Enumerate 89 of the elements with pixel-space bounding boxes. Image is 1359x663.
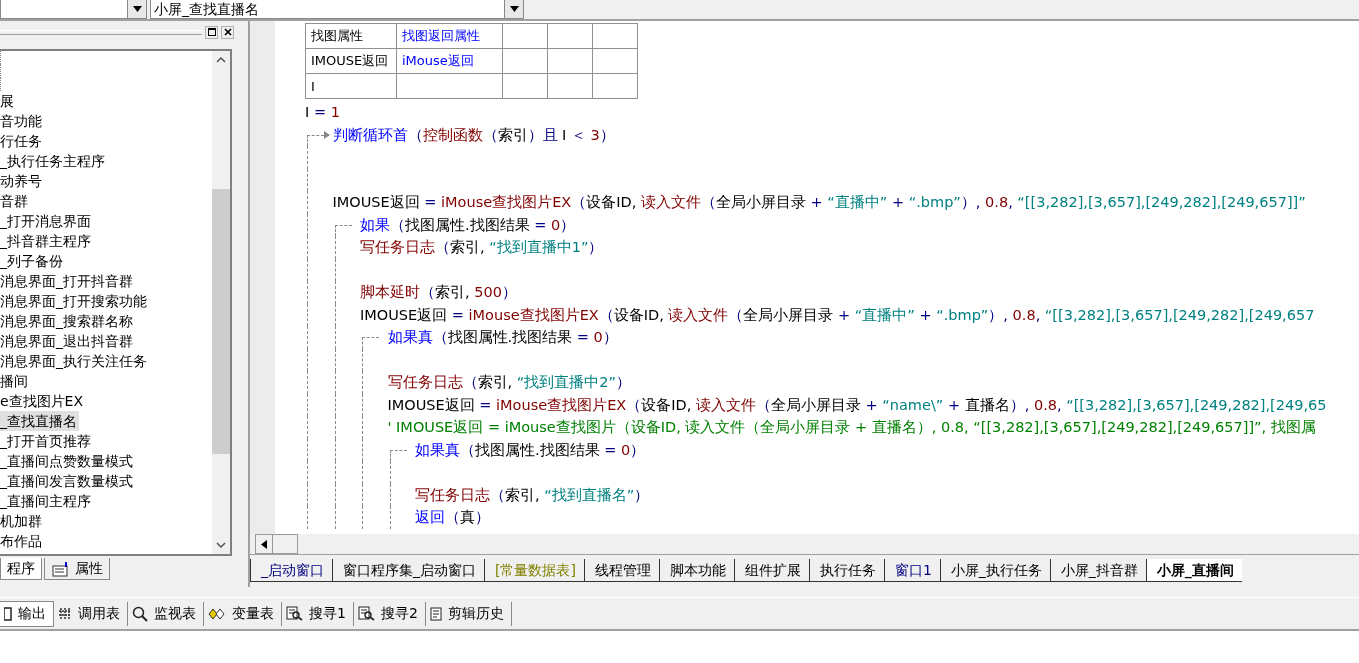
editor-tab[interactable]: 组件扩展 xyxy=(733,559,809,582)
table-cell xyxy=(547,23,593,49)
table-cell xyxy=(592,73,638,99)
tree-item[interactable]: _查找直播名 xyxy=(0,410,79,431)
panel-tab[interactable]: 调用表 xyxy=(54,601,128,626)
panel-tab[interactable]: 搜寻1 xyxy=(282,601,354,626)
search-icon xyxy=(286,606,303,621)
scroll-left-button[interactable] xyxy=(255,534,273,554)
panel-tab[interactable]: 搜寻2 xyxy=(353,601,426,626)
tree-item[interactable]: _直播间主程序 xyxy=(0,490,93,511)
editor-tab[interactable]: 窗口1 xyxy=(883,559,940,582)
table-cell: 找图返回属性 xyxy=(396,23,503,49)
table-cell xyxy=(592,23,638,49)
tree-item[interactable]: 消息界面_搜索群名称 xyxy=(0,310,135,331)
method-combo[interactable]: 小屏_查找直播名 xyxy=(150,0,524,19)
panel-tab[interactable]: 监视表 xyxy=(128,601,204,626)
diamond-icon xyxy=(208,607,226,620)
properties-icon xyxy=(51,560,71,577)
tree-item[interactable]: _列子备份 xyxy=(0,250,65,271)
code-line: IMOUSE返回 = iMouse查找图片EX（设备ID, 读入文件（全局小屏目录 + “直播中” + “.bmp”）, 0.8, “[[3,282],[3,657],[249,282],[249,657 xyxy=(360,305,1315,325)
code-line: 写任务日志（索引, “找到直播中2”） xyxy=(387,373,631,392)
restore-button[interactable] xyxy=(205,25,218,39)
editor-tab[interactable]: [常量数据表] xyxy=(484,559,584,582)
scroll-up-icon[interactable] xyxy=(216,57,226,63)
tree-item[interactable]: 播间 xyxy=(0,370,30,391)
table-cell xyxy=(592,48,638,74)
search-icon xyxy=(357,606,375,621)
code-line: 脚本延时（索引, 500） xyxy=(360,283,517,302)
tree-item[interactable]: _直播间发言数量模式 xyxy=(0,470,135,491)
tree-item[interactable]: e查找图片EX xyxy=(0,390,86,411)
tree-item[interactable]: 消息界面_打开搜索功能 xyxy=(0,290,149,311)
close-button[interactable] xyxy=(221,25,234,39)
tree-item[interactable]: 机加群 xyxy=(0,510,44,531)
tree-item[interactable]: _直播间点赞数量模式 xyxy=(0,450,135,471)
code-line: 写任务日志（索引, “找到直播中1”） xyxy=(360,238,604,257)
table-cell: iMouse返回 xyxy=(396,48,503,74)
output-icon xyxy=(4,606,12,621)
table-cell xyxy=(502,73,548,99)
code-line: I = 1 xyxy=(305,103,340,122)
panel-tab[interactable]: 属性 xyxy=(44,558,110,580)
tree-item[interactable]: 布作品 xyxy=(0,530,44,551)
code-line: 如果（找图属性.找图结果 = 0） xyxy=(360,215,576,235)
grid-icon xyxy=(58,606,72,621)
tree-item[interactable]: _抖音群主程序 xyxy=(0,230,93,251)
table-cell xyxy=(502,23,548,49)
editor-tab[interactable]: 小屏_抖音群 xyxy=(1049,559,1146,582)
code-line: ' IMOUSE返回 = iMouse查找图片（设备ID, 读入文件（全局小屏目录 + 直播名）, 0.8, “[[3,282],[3,657],[249,282],[249,657]]”, 找图属 xyxy=(387,418,1316,437)
tree-item[interactable]: 消息界面_打开抖音群 xyxy=(0,270,135,291)
table-cell: 找图属性 xyxy=(305,23,397,49)
left-arrow-icon xyxy=(261,539,267,549)
document-icon xyxy=(429,606,442,621)
tree-item[interactable]: 消息界面_执行关注任务 xyxy=(0,350,149,371)
code-line: IMOUSE返回 = iMouse查找图片EX（设备ID, 读入文件（全局小屏目录 + “直播中” + “.bmp”）, 0.8, “[[3,282],[3,657],[249,282],[249,657]]” xyxy=(332,193,1306,212)
dropdown-icon[interactable] xyxy=(504,0,523,18)
table-cell: I xyxy=(305,73,397,99)
tree-item[interactable]: 消息界面_退出抖音群 xyxy=(0,330,135,351)
tree-item[interactable]: _执行任务主程序 xyxy=(0,150,107,171)
editor-tab[interactable]: 线程管理 xyxy=(583,559,659,582)
search-icon xyxy=(132,605,148,622)
dropdown-icon[interactable] xyxy=(127,0,146,18)
panel-tab[interactable]: 剪辑历史 xyxy=(425,601,512,626)
tree-item[interactable]: 行任务 xyxy=(0,130,44,151)
code-line: 返回（真） xyxy=(415,508,490,527)
tree-item[interactable]: 音功能 xyxy=(0,110,44,131)
editor-tab[interactable]: 执行任务 xyxy=(808,559,884,582)
tree-item[interactable]: _打开消息界面 xyxy=(0,210,93,231)
editor-tab[interactable]: 小屏_直播间 xyxy=(1145,559,1242,582)
table-cell xyxy=(547,73,593,99)
editor-tab[interactable]: 小屏_执行任务 xyxy=(939,559,1050,582)
code-line: 判断循环首（控制函数（索引）且 I ＜ 3） xyxy=(332,125,615,145)
table-cell: IMOUSE返回 xyxy=(305,48,397,74)
code-line: 如果真（找图属性.找图结果 = 0） xyxy=(387,328,618,347)
code-line: 如果真（找图属性.找图结果 = 0） xyxy=(415,440,646,460)
table-cell xyxy=(502,48,548,74)
code-line: 写任务日志（索引, “找到直播名”） xyxy=(415,485,650,505)
scroll-down-icon[interactable] xyxy=(216,542,226,548)
panel-tab[interactable]: 变量表 xyxy=(204,601,282,626)
tree-item[interactable]: _打开首页推荐 xyxy=(0,430,93,451)
vertical-scrollbar[interactable] xyxy=(212,51,230,554)
editor-tab[interactable]: 窗口程序集_启动窗口 xyxy=(332,559,484,582)
tree-item[interactable]: 音群 xyxy=(0,190,30,211)
panel-tab[interactable]: 程序 xyxy=(0,558,42,580)
tree-item[interactable]: 展 xyxy=(0,90,16,111)
table-cell xyxy=(547,48,593,74)
editor-tab[interactable]: _启动窗口 xyxy=(250,559,332,582)
tree-item[interactable]: 动养号 xyxy=(0,170,44,191)
code-line: IMOUSE返回 = iMouse查找图片EX（设备ID, 读入文件（全局小屏目录 + “name\” + 直播名）, 0.8, “[[3,282],[3,657],[249,282],[249,65 xyxy=(387,395,1327,415)
panel-tab[interactable]: 输出 xyxy=(0,600,54,627)
editor-tab[interactable]: 脚本功能 xyxy=(658,559,734,582)
